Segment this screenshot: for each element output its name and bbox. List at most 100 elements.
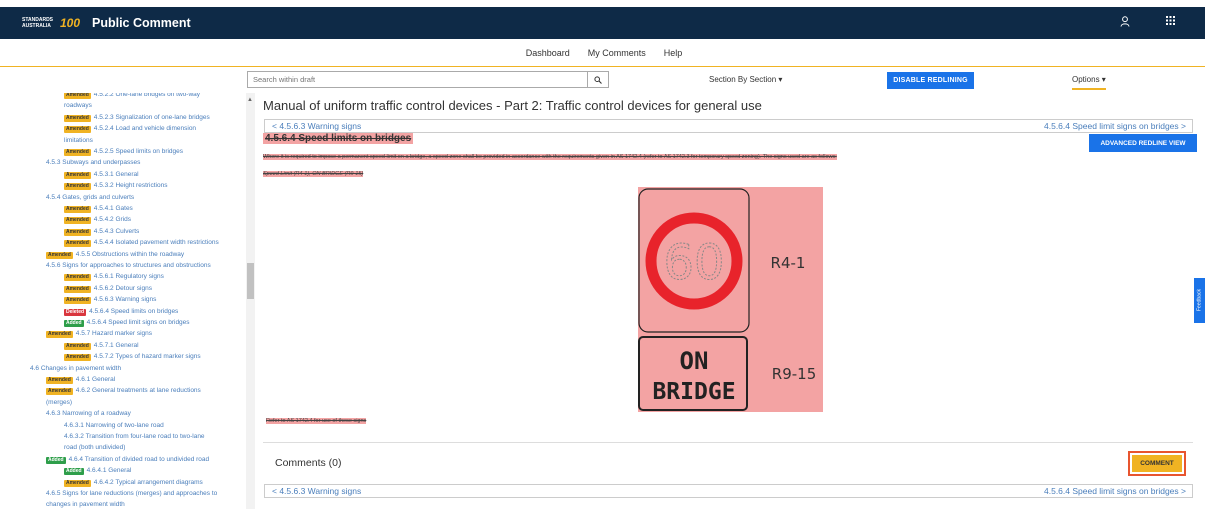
logo-number: 100: [59, 16, 80, 30]
sign-speed-number: 60: [663, 235, 724, 291]
toc-item[interactable]: 4.5.6 Signs for approaches to structures…: [46, 262, 211, 270]
toc-item-label: changes in pavement width: [46, 501, 125, 509]
status-badge: Amended: [64, 217, 91, 225]
toc-item[interactable]: 4.5.3 Subways and underpasses: [46, 159, 140, 167]
status-badge: Amended: [64, 342, 91, 350]
toc-item[interactable]: Amended 4.5.6.3 Warning signs: [64, 296, 157, 305]
options-dropdown[interactable]: Options ▾: [1072, 75, 1106, 90]
search-button[interactable]: [587, 72, 608, 87]
next-section-link[interactable]: 4.5.6.4 Speed limit signs on bridges >: [1044, 121, 1186, 131]
toc-item-label: 4.6.5 Signs for lane reductions (merges)…: [46, 490, 218, 497]
toc-item-label: 4.5.4 Gates, grids and culverts: [46, 193, 135, 201]
status-badge: Amended: [46, 251, 73, 259]
toc-item-label: 4.6.4 Transition of divided road to undi…: [68, 455, 210, 463]
search-input[interactable]: [248, 72, 587, 87]
document-title: Manual of uniform traffic control device…: [263, 98, 762, 113]
toc-item-label: 4.5.6.3 Warning signs: [93, 296, 157, 304]
scroll-up-arrow-icon[interactable]: ▲: [247, 97, 253, 103]
user-icon[interactable]: [1120, 16, 1130, 27]
toc-item-label: 4.5.4.4 Isolated pavement width restrict…: [93, 239, 219, 247]
toc-item[interactable]: Amended 4.5.2.2 One-lane bridges on two-w…: [64, 93, 200, 99]
sidebar-scrollbar[interactable]: [246, 93, 255, 509]
sign-label-r9-15: R9-15: [772, 365, 816, 383]
apps-grid-icon[interactable]: [1166, 16, 1175, 27]
toc-item[interactable]: Amended 4.5.3.2 Height restrictions: [64, 182, 167, 191]
toc-item[interactable]: Amended 4.6.2 General treatments at lane …: [46, 387, 201, 396]
toc-item[interactable]: changes in pavement width: [46, 501, 125, 509]
toc-item[interactable]: Amended 4.5.6.1 Regulatory signs: [64, 273, 164, 282]
status-badge: Amended: [46, 377, 73, 384]
status-badge: Amended: [64, 114, 91, 122]
toc-item-label: 4.5.6.4 Speed limits on bridges: [89, 307, 179, 315]
status-badge: Amended: [64, 183, 91, 191]
toc-item-label: 4.5.7 Hazard marker signs: [75, 330, 153, 338]
toc-item-label: 4.5.4.2 Grids: [93, 216, 131, 224]
toc-item[interactable]: 4.6 Changes in pavement width: [30, 365, 121, 373]
comments-count: Comments (0): [275, 457, 342, 469]
top-pager: < 4.5.6.3 Warning signs 4.5.6.4 Speed li…: [264, 119, 1193, 133]
comment-button-focus-ring: COMMENT: [1128, 451, 1186, 476]
toc-item[interactable]: Amended 4.5.3.1 General: [64, 171, 139, 179]
toc-item-label: 4.5.6.1 Regulatory signs: [93, 273, 164, 281]
toc-item[interactable]: Amended 4.6.4.2 Typical arrangement diagr…: [64, 479, 203, 487]
speed-limit-sign-figure: 60 R4-1 ON BRIDGE R9-15: [638, 187, 823, 412]
section-view-dropdown[interactable]: Section By Section ▾: [709, 75, 782, 84]
toc-item[interactable]: 4.6.5 Signs for lane reductions (merges)…: [46, 490, 217, 498]
section-heading: 4.5.6.4 Speed limits on bridges: [263, 133, 414, 144]
logo-text: STANDARDS AUSTRALIA: [22, 17, 54, 29]
toc-item[interactable]: Added 4.6.4 Transition of divided road to…: [46, 456, 209, 464]
toc-item-label: (merges): [46, 398, 73, 406]
toc-item[interactable]: Amended 4.5.5 Obstructions within the roa…: [46, 251, 184, 259]
toc-item-label: 4.5.4.1 Gates: [93, 205, 133, 212]
sign-on-text: ON: [680, 347, 709, 375]
nav-my-comments[interactable]: My Comments: [588, 44, 646, 66]
prev-section-link[interactable]: < 4.5.6.3 Warning signs: [272, 121, 361, 131]
standards-logo[interactable]: STANDARDS AUSTRALIA 100: [22, 15, 80, 31]
comment-button[interactable]: COMMENT: [1132, 455, 1182, 472]
toc-item[interactable]: Amended 4.5.7.1 General: [64, 342, 139, 350]
toc-item[interactable]: (merges): [46, 399, 72, 407]
toc-item-label: 4.6.1 General: [75, 376, 116, 383]
toc-item[interactable]: Amended 4.6.1 General: [46, 376, 115, 384]
status-badge: Amended: [64, 274, 91, 282]
toc-item[interactable]: Amended 4.5.4.4 Isolated pavement width r…: [64, 239, 219, 248]
toc-item[interactable]: Amended 4.5.4.2 Grids: [64, 216, 131, 225]
top-bar: STANDARDS AUSTRALIA 100 Public Comment: [0, 7, 1205, 39]
toc-item[interactable]: limitations: [64, 137, 93, 145]
status-badge: Amended: [64, 297, 91, 305]
toc-item[interactable]: 4.6.3 Narrowing of a roadway: [46, 410, 131, 418]
toc-item[interactable]: Amended 4.5.2.3 Signalization of one-lane…: [64, 114, 210, 122]
status-badge: Added: [64, 320, 84, 327]
status-badge: Amended: [64, 354, 91, 362]
advanced-redline-view-button[interactable]: ADVANCED REDLINE VIEW: [1089, 134, 1197, 152]
deleted-paragraph: Where it is required to impose a permane…: [263, 154, 837, 160]
toc-item[interactable]: Amended 4.5.2.5 Speed limits on bridges: [64, 148, 183, 156]
comments-divider: [263, 442, 1193, 443]
nav-help[interactable]: Help: [664, 44, 683, 66]
toc-item[interactable]: Amended 4.5.7.2 Types of hazard marker si…: [64, 353, 201, 362]
toc-item-label: 4.6.4.2 Typical arrangement diagrams: [93, 478, 203, 486]
nav-dashboard[interactable]: Dashboard: [526, 44, 570, 66]
toc-item[interactable]: Amended 4.5.2.4 Load and vehicle dimensio…: [64, 125, 196, 134]
toc-item[interactable]: Added 4.6.4.1 General: [64, 467, 131, 476]
search-box: [247, 71, 609, 88]
toc-item[interactable]: 4.6.3.1 Narrowing of two-lane road: [64, 422, 164, 430]
toc-item[interactable]: road (both undivided): [64, 444, 125, 452]
toc-item-label: 4.5.4.3 Culverts: [93, 227, 140, 235]
disable-redlining-button[interactable]: DISABLE REDLINING: [887, 72, 974, 89]
sidebar-scroll-thumb[interactable]: [247, 263, 254, 299]
toc-item[interactable]: Amended 4.5.4.3 Culverts: [64, 228, 139, 236]
prev-section-link-bottom[interactable]: < 4.5.6.3 Warning signs: [272, 486, 361, 496]
next-section-link-bottom[interactable]: 4.5.6.4 Speed limit signs on bridges >: [1044, 486, 1186, 496]
toc-item[interactable]: Deleted 4.5.6.4 Speed limits on bridges: [64, 308, 178, 316]
toc-item[interactable]: Amended 4.5.6.2 Detour signs: [64, 285, 152, 293]
toc-item[interactable]: 4.5.4 Gates, grids and culverts: [46, 194, 134, 202]
feedback-tab[interactable]: Feedback: [1194, 278, 1205, 323]
status-badge: Amended: [64, 228, 91, 236]
toc-item[interactable]: Amended 4.5.4.1 Gates: [64, 205, 133, 213]
toc-item[interactable]: Added 4.5.6.4 Speed limit signs on bridge…: [64, 319, 190, 327]
toc-item[interactable]: roadways: [64, 102, 92, 110]
toc-item[interactable]: 4.6.3.2 Transition from four-lane road t…: [64, 433, 205, 441]
toc-item[interactable]: Amended 4.5.7 Hazard marker signs: [46, 330, 153, 339]
toc-item-label: 4.6.3 Narrowing of a roadway: [46, 410, 131, 418]
